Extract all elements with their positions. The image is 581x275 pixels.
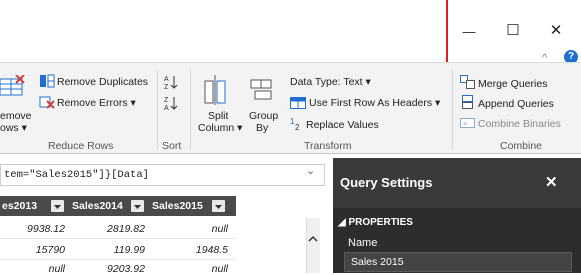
name-label: Name: [348, 237, 378, 249]
svg-text:Z: Z: [164, 84, 169, 90]
group-by-button-line1[interactable]: Group: [249, 110, 278, 122]
remove-duplicates-button[interactable]: Remove Duplicates: [57, 76, 148, 88]
grid-cell[interactable]: 1948.5: [150, 244, 228, 256]
query-name-field[interactable]: Sales 2015: [344, 252, 572, 272]
replace-values-button[interactable]: Replace Values: [306, 119, 379, 131]
combine-group-label: Combine: [500, 140, 543, 152]
grid-cell[interactable]: 9938.12: [0, 223, 65, 235]
svg-text:Z: Z: [164, 97, 169, 104]
combine-binaries-button[interactable]: Combine Binaries: [478, 118, 561, 130]
transform-group-label: Transform: [304, 140, 352, 152]
title-bar: [0, 0, 581, 62]
vertical-scrollbar[interactable]: [306, 218, 320, 273]
properties-section-label[interactable]: ◢ PROPERTIES: [338, 217, 413, 228]
sort-group-label: Sort: [162, 140, 182, 152]
remove-rows-icon: [0, 74, 26, 97]
column-header-sales2015[interactable]: Sales2015: [152, 196, 203, 216]
split-column-icon: [203, 75, 229, 105]
sort-ascending-icon[interactable]: AZ: [164, 74, 178, 91]
formula-expand-icon[interactable]: ⌄: [306, 164, 315, 177]
remove-errors-icon: [39, 95, 55, 109]
grid-cell[interactable]: 2819.82: [70, 223, 145, 235]
svg-text:2: 2: [295, 123, 300, 130]
data-type-dropdown[interactable]: Data Type: Text ▾: [290, 76, 371, 88]
split-column-button-line2[interactable]: Column ▾: [198, 122, 242, 134]
filter-dropdown-icon[interactable]: [51, 200, 64, 212]
grid-cell[interactable]: null: [0, 263, 65, 275]
filter-dropdown-icon[interactable]: [131, 200, 144, 212]
scroll-up-icon[interactable]: [307, 231, 319, 242]
remove-rows-button-line1[interactable]: emove: [0, 110, 32, 122]
grid-cell[interactable]: 119.99: [70, 244, 145, 256]
use-first-row-as-headers-button[interactable]: Use First Row As Headers ▾: [309, 97, 440, 109]
filter-dropdown-icon[interactable]: [212, 200, 225, 212]
combine-binaries-icon: ≡: [460, 116, 476, 130]
remove-errors-button[interactable]: Remove Errors ▾: [57, 97, 136, 109]
merge-queries-button[interactable]: Merge Queries: [478, 78, 547, 90]
group-by-icon: [249, 78, 275, 102]
reduce-rows-group-label: Reduce Rows: [48, 140, 114, 152]
append-queries-button[interactable]: Append Queries: [478, 98, 554, 110]
svg-text:A: A: [164, 105, 169, 111]
maximize-button[interactable]: ☐: [500, 23, 526, 38]
grid-row-separator: [0, 259, 236, 260]
column-header-sales2013[interactable]: es2013: [2, 196, 37, 216]
svg-text:≡: ≡: [463, 121, 467, 128]
grid-cell[interactable]: null: [150, 223, 228, 235]
ribbon-separator: [452, 70, 453, 150]
minimize-button[interactable]: —: [456, 24, 482, 39]
query-settings-title: Query Settings: [340, 175, 433, 190]
grid-cell[interactable]: null: [150, 263, 228, 275]
replace-values-icon: 12: [290, 116, 304, 132]
split-column-button-line1[interactable]: Split: [208, 110, 228, 122]
ribbon-separator: [157, 70, 158, 150]
append-queries-icon: [460, 95, 476, 109]
group-by-button-line2[interactable]: By: [256, 122, 268, 134]
close-pane-button[interactable]: ✕: [545, 173, 558, 191]
remove-duplicates-icon: [39, 74, 55, 88]
sort-descending-icon[interactable]: ZA: [164, 95, 178, 112]
remove-rows-button-line2[interactable]: ows ▾: [0, 122, 27, 134]
merge-queries-icon: [460, 75, 476, 89]
grid-cell[interactable]: 9203.92: [70, 263, 145, 275]
column-header-sales2014[interactable]: Sales2014: [72, 196, 123, 216]
svg-text:A: A: [164, 76, 169, 83]
grid-cell[interactable]: 15790: [0, 244, 65, 256]
ribbon-separator: [190, 70, 191, 150]
formula-text[interactable]: tem="Sales2015"]}[Data]: [4, 169, 149, 181]
first-row-headers-icon: [290, 96, 306, 109]
grid-row-separator: [0, 238, 236, 239]
close-window-button[interactable]: ✕: [543, 23, 569, 38]
